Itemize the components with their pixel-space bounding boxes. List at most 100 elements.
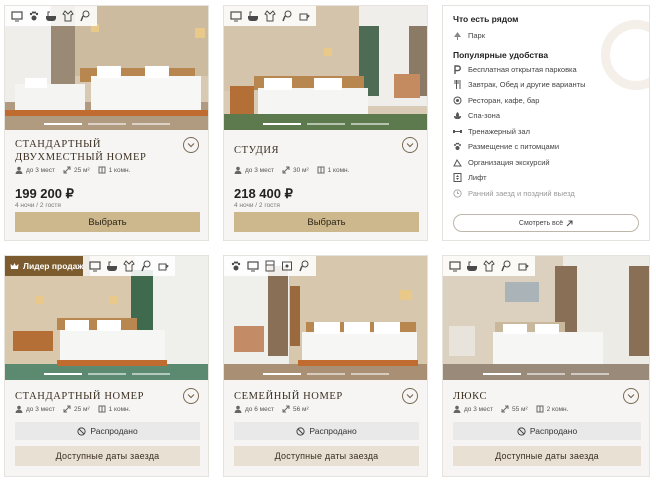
arrow-up-right-icon bbox=[566, 220, 573, 226]
gym-icon bbox=[453, 129, 462, 133]
bath-icon bbox=[247, 10, 259, 22]
crown-icon bbox=[10, 262, 19, 269]
room-photo[interactable] bbox=[224, 6, 427, 130]
amenity-item: Размещение с питомцами bbox=[453, 139, 639, 155]
rooms-icon bbox=[98, 405, 106, 413]
hairdryer-icon bbox=[281, 10, 293, 22]
available-dates-button[interactable]: Доступные даты заезда bbox=[234, 446, 419, 466]
spa-icon bbox=[454, 112, 461, 120]
expand-button[interactable] bbox=[402, 388, 418, 404]
room-specs: до 3 мест 30 м² 1 комн. bbox=[234, 166, 349, 174]
amenity-item: Ресторан, кафе, бар bbox=[453, 93, 639, 109]
room-card: Семейный номер до 6 мест 56 м² Распродан… bbox=[223, 255, 428, 477]
area-icon bbox=[63, 405, 71, 413]
room-nights: 4 ночи / 2 гостя bbox=[234, 202, 280, 209]
clock-icon bbox=[453, 189, 462, 198]
amenity-item: Спа-зона bbox=[453, 108, 639, 124]
carousel-dots[interactable] bbox=[483, 373, 609, 375]
carousel-dots[interactable] bbox=[43, 373, 170, 375]
bestseller-badge: Лидер продаж bbox=[5, 256, 91, 276]
park-icon bbox=[454, 32, 461, 41]
rooms-icon bbox=[317, 166, 325, 174]
amenity-icons bbox=[5, 6, 97, 26]
select-button[interactable]: Выбрать bbox=[234, 212, 419, 232]
available-dates-button[interactable]: Доступные даты заезда bbox=[15, 446, 200, 466]
forbidden-icon bbox=[77, 426, 86, 436]
pet-icon bbox=[28, 10, 40, 22]
tour-icon bbox=[453, 158, 462, 167]
minibar-icon bbox=[264, 260, 276, 272]
area-icon bbox=[501, 405, 509, 413]
available-dates-button[interactable]: Доступные даты заезда bbox=[453, 446, 641, 466]
room-photo[interactable] bbox=[443, 256, 649, 380]
amenity-icons bbox=[83, 256, 175, 276]
area-icon bbox=[63, 166, 71, 174]
tv-icon bbox=[230, 10, 242, 22]
chevron-down-icon bbox=[406, 394, 414, 399]
sold-out-label: Распродано bbox=[234, 422, 419, 440]
room-title: Стандартный номер bbox=[15, 391, 145, 402]
bath-icon bbox=[466, 260, 478, 272]
amenity-icons bbox=[443, 256, 535, 276]
carousel-dots[interactable] bbox=[262, 373, 389, 375]
room-specs: до 3 мест 55 м² 2 комн. bbox=[453, 405, 568, 413]
kettle-icon bbox=[517, 260, 529, 272]
safe-icon bbox=[281, 260, 293, 272]
forbidden-icon bbox=[517, 426, 526, 436]
room-nights: 4 ночи / 2 гостя bbox=[15, 202, 61, 209]
hairdryer-icon bbox=[79, 10, 91, 22]
room-title: Стандартный двухместный номер bbox=[15, 139, 147, 163]
see-all-button[interactable]: Смотреть всё bbox=[453, 214, 639, 232]
amenity-item: Тренажерный зал bbox=[453, 124, 639, 140]
fork-icon bbox=[454, 80, 461, 90]
guests-icon bbox=[234, 166, 242, 174]
bathrobe-icon bbox=[62, 10, 74, 22]
tv-icon bbox=[449, 260, 461, 272]
room-specs: до 6 мест 56 м² bbox=[234, 405, 309, 413]
area-icon bbox=[282, 166, 290, 174]
guests-icon bbox=[453, 405, 461, 413]
parking-icon bbox=[454, 65, 461, 74]
bathrobe-icon bbox=[483, 260, 495, 272]
chevron-down-icon bbox=[187, 143, 195, 148]
expand-button[interactable] bbox=[183, 388, 199, 404]
hairdryer-icon bbox=[298, 260, 310, 272]
amenity-icons bbox=[224, 6, 316, 26]
room-card: Лидер продаж Стандартный номер до 3 мест… bbox=[4, 255, 209, 477]
hairdryer-icon bbox=[140, 260, 152, 272]
room-price: 218 400 ₽ bbox=[234, 186, 293, 201]
sold-out-label: Распродано bbox=[453, 422, 641, 440]
tv-icon bbox=[89, 260, 101, 272]
pet-icon bbox=[454, 142, 461, 151]
expand-button[interactable] bbox=[183, 137, 199, 153]
room-photo[interactable]: Лидер продаж bbox=[5, 256, 208, 380]
amenity-item: Лифт bbox=[453, 170, 639, 186]
restaurant-icon bbox=[453, 96, 462, 105]
guests-icon bbox=[15, 405, 23, 413]
pet-icon bbox=[230, 260, 242, 272]
room-title: Семейный номер bbox=[234, 391, 343, 402]
room-card: Люкс до 3 мест 55 м² 2 комн. Распродано … bbox=[442, 255, 650, 477]
tv-icon bbox=[247, 260, 259, 272]
expand-button[interactable] bbox=[402, 137, 418, 153]
forbidden-icon bbox=[296, 426, 305, 436]
bathrobe-icon bbox=[123, 260, 135, 272]
room-price: 199 200 ₽ bbox=[15, 186, 74, 201]
amenity-item: Организация экскурсий bbox=[453, 155, 639, 171]
room-card: Студия до 3 мест 30 м² 1 комн. 218 400 ₽… bbox=[223, 5, 428, 241]
expand-button[interactable] bbox=[623, 388, 639, 404]
room-specs: до 3 мест 25 м² 1 комн. bbox=[15, 166, 130, 174]
carousel-dots[interactable] bbox=[43, 123, 170, 125]
rooms-icon bbox=[98, 166, 106, 174]
area-icon bbox=[282, 405, 290, 413]
room-photo[interactable] bbox=[224, 256, 427, 380]
room-photo[interactable] bbox=[5, 6, 208, 130]
sold-out-label: Распродано bbox=[15, 422, 200, 440]
select-button[interactable]: Выбрать bbox=[15, 212, 200, 232]
chevron-down-icon bbox=[406, 143, 414, 148]
rooms-icon bbox=[536, 405, 544, 413]
carousel-dots[interactable] bbox=[262, 123, 389, 125]
chevron-down-icon bbox=[627, 394, 635, 399]
bath-icon bbox=[106, 260, 118, 272]
bathrobe-icon bbox=[264, 10, 276, 22]
